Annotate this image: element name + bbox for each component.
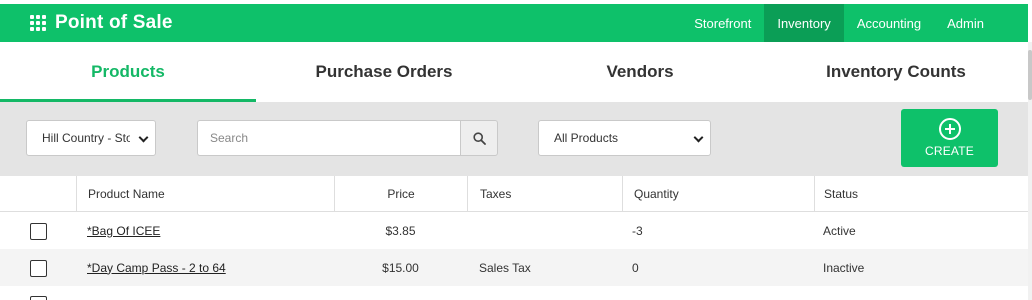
section-tabs: Products Purchase Orders Vendors Invento…	[0, 42, 1028, 102]
store-select-value: Hill Country - Store	[42, 131, 130, 145]
quantity-cell: -3	[632, 223, 643, 238]
table-row	[0, 286, 1028, 300]
price-cell: $3.85	[385, 223, 416, 238]
row-checkbox[interactable]	[30, 296, 47, 300]
top-bar: Point of Sale Storefront Inventory Accou…	[0, 4, 1028, 42]
search-icon	[472, 131, 486, 145]
filter-bar: Hill Country - Store All Products CREATE	[0, 102, 1028, 176]
products-table: Product Name Price Taxes Quantity Status…	[0, 176, 1028, 300]
plus-circle-icon	[938, 118, 961, 140]
col-product-name[interactable]: Product Name	[76, 176, 334, 212]
quantity-cell: 0	[632, 260, 639, 275]
store-select[interactable]: Hill Country - Store	[26, 120, 156, 156]
app-brand[interactable]: Point of Sale	[30, 4, 173, 42]
status-cell: Inactive	[823, 260, 865, 275]
product-filter-value: All Products	[554, 131, 619, 145]
top-nav: Storefront Inventory Accounting Admin	[681, 4, 1028, 42]
product-name-link[interactable]: *Bag Of ICEE	[87, 224, 160, 238]
nav-inventory[interactable]: Inventory	[764, 4, 844, 42]
col-taxes[interactable]: Taxes	[467, 176, 622, 212]
nav-accounting[interactable]: Accounting	[844, 4, 934, 42]
row-checkbox[interactable]	[30, 223, 47, 240]
nav-storefront[interactable]: Storefront	[681, 4, 764, 42]
create-button[interactable]: CREATE	[901, 109, 998, 167]
taxes-cell: Sales Tax	[479, 260, 531, 275]
product-name-link[interactable]: *Day Camp Pass - 2 to 64	[87, 261, 226, 275]
col-status[interactable]: Status	[814, 176, 1028, 212]
chevron-down-icon	[693, 132, 704, 143]
nav-admin[interactable]: Admin	[934, 4, 1028, 42]
create-label: CREATE	[925, 144, 974, 158]
col-price[interactable]: Price	[334, 176, 467, 212]
tab-purchase-orders[interactable]: Purchase Orders	[256, 42, 512, 102]
grid-icon	[30, 15, 46, 31]
search-input[interactable]	[197, 120, 461, 156]
search-button[interactable]	[460, 120, 498, 156]
status-cell: Active	[823, 223, 856, 238]
product-filter-select[interactable]: All Products	[538, 120, 711, 156]
tab-inventory-counts[interactable]: Inventory Counts	[768, 42, 1024, 102]
price-cell: $15.00	[382, 260, 419, 275]
table-row: *Day Camp Pass - 2 to 64 $15.00 Sales Ta…	[0, 249, 1028, 286]
chevron-down-icon	[138, 132, 149, 143]
col-quantity[interactable]: Quantity	[622, 176, 814, 212]
app-title: Point of Sale	[55, 12, 173, 33]
table-header: Product Name Price Taxes Quantity Status	[0, 176, 1028, 212]
scrollbar-thumb[interactable]	[1028, 50, 1032, 100]
tab-products[interactable]: Products	[0, 42, 256, 102]
table-row: *Bag Of ICEE $3.85 -3 Active	[0, 212, 1028, 249]
row-checkbox[interactable]	[30, 260, 47, 277]
tab-vendors[interactable]: Vendors	[512, 42, 768, 102]
